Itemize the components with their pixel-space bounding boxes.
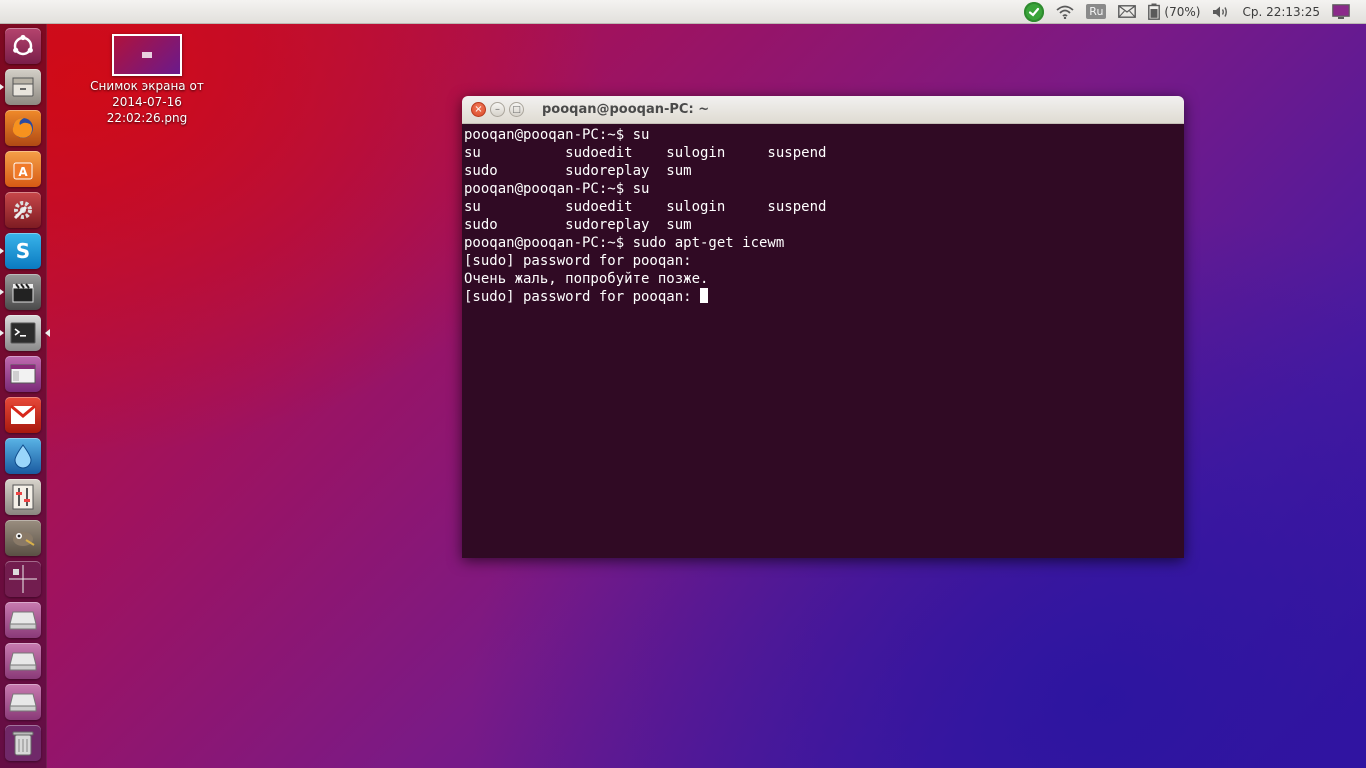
session-indicator[interactable] — [1326, 0, 1356, 24]
ubuntu-logo-icon — [13, 34, 33, 56]
terminal-line: pooqan@pooqan-PC:~$ su — [464, 181, 650, 197]
language-badge: Ru — [1086, 4, 1107, 19]
clock: Ср. 22:13:25 — [1242, 4, 1320, 19]
battery-percent: (70%) — [1164, 4, 1201, 19]
focused-indicator — [45, 329, 50, 337]
keyboard-layout-indicator[interactable]: Ru — [1080, 0, 1112, 24]
check-icon — [1024, 1, 1045, 22]
trash-icon — [12, 731, 34, 756]
svg-text:A: A — [18, 165, 28, 179]
running-indicator — [0, 330, 4, 336]
maximize-button[interactable]: □ — [509, 102, 524, 117]
drive-icon — [9, 693, 37, 712]
launcher-item-trash[interactable] — [5, 725, 41, 761]
launcher: A S — [0, 24, 50, 768]
skype-icon: S — [16, 239, 30, 263]
launcher-item-drive-1[interactable] — [5, 602, 41, 638]
image-thumbnail — [112, 34, 182, 76]
water-drop-icon — [14, 444, 32, 469]
window-icon — [10, 364, 36, 384]
terminal-line: sudo sudoreplay sum — [464, 163, 692, 179]
gmail-icon — [10, 405, 36, 424]
speaker-icon — [1213, 6, 1228, 17]
shopping-bag-icon: A — [13, 162, 33, 180]
terminal-line: Очень жаль, попробуйте позже. — [464, 271, 709, 287]
terminal-line: su sudoedit sulogin suspend — [464, 199, 827, 215]
launcher-item-video-editor[interactable] — [0, 274, 41, 310]
gimp-icon — [13, 532, 35, 546]
launcher-item-drop-app[interactable] — [5, 438, 41, 474]
terminal-line: [sudo] password for pooqan: — [464, 253, 692, 269]
launcher-item-software-center[interactable]: A — [5, 151, 41, 187]
mixer-icon — [12, 484, 34, 510]
launcher-item-system-settings[interactable] — [5, 192, 41, 228]
network-indicator[interactable] — [1050, 0, 1080, 24]
close-icon: × — [474, 103, 483, 115]
launcher-item-drive-3[interactable] — [5, 684, 41, 720]
window-titlebar[interactable]: × – □ pooqan@pooqan-PC: ~ — [462, 96, 1184, 124]
window-title: pooqan@pooqan-PC: ~ — [542, 102, 710, 117]
minimize-button[interactable]: – — [490, 102, 505, 117]
terminal-icon — [10, 322, 36, 344]
maximize-icon: □ — [512, 104, 521, 115]
wifi-icon — [1056, 5, 1074, 19]
drive-icon — [9, 652, 37, 671]
clapperboard-icon — [12, 283, 34, 303]
launcher-item-mixer[interactable] — [5, 479, 41, 515]
update-indicator[interactable] — [1018, 0, 1050, 24]
launcher-item-terminal[interactable] — [0, 315, 50, 351]
settings-wrench-icon — [13, 201, 32, 220]
desktop-file-screenshot[interactable]: Снимок экрана от 2014-07-16 22:02:26.png — [86, 34, 208, 126]
launcher-item-workspace-switcher[interactable] — [5, 561, 41, 597]
envelope-icon — [1118, 5, 1137, 18]
terminal-prompt-text: [sudo] password for pooqan: — [464, 289, 701, 305]
launcher-item-firefox[interactable] — [5, 110, 41, 146]
launcher-item-skype[interactable]: S — [0, 233, 41, 269]
launcher-item-files[interactable] — [0, 69, 41, 105]
terminal-prompt-line: [sudo] password for pooqan: — [464, 288, 1184, 306]
text-cursor — [700, 288, 709, 303]
launcher-item-gmail[interactable] — [5, 397, 41, 433]
svg-text:S: S — [16, 239, 30, 263]
terminal-line: pooqan@pooqan-PC:~$ su — [464, 127, 650, 143]
launcher-item-drive-2[interactable] — [5, 643, 41, 679]
terminal-window[interactable]: × – □ pooqan@pooqan-PC: ~ pooqan@pooqan-… — [462, 96, 1184, 558]
launcher-item-dash-home[interactable] — [5, 28, 41, 64]
firefox-icon — [12, 118, 33, 138]
sound-indicator[interactable] — [1206, 0, 1236, 24]
workspace-grid-icon — [9, 565, 37, 593]
launcher-item-gimp[interactable] — [5, 520, 41, 556]
close-button[interactable]: × — [471, 102, 486, 117]
battery-indicator[interactable]: (70%) — [1142, 0, 1206, 24]
terminal-line: su sudoedit sulogin suspend — [464, 145, 827, 161]
drive-icon — [9, 611, 37, 630]
thumbnail-logo-icon — [142, 52, 152, 58]
terminal-line: pooqan@pooqan-PC:~$ sudo apt-get icewm — [464, 235, 785, 251]
desktop-file-label: Снимок экрана от 2014-07-16 22:02:26.png — [90, 79, 204, 125]
clock-indicator[interactable]: Ср. 22:13:25 — [1236, 0, 1326, 24]
running-indicator — [0, 84, 4, 90]
launcher-item-window-app[interactable] — [5, 356, 41, 392]
terminal-line: sudo sudoreplay sum — [464, 217, 692, 233]
terminal-output[interactable]: pooqan@pooqan-PC:~$ su su sudoedit sulog… — [462, 124, 1184, 558]
running-indicator — [0, 289, 4, 295]
session-icon — [1332, 3, 1350, 19]
running-indicator — [0, 248, 4, 254]
top-panel: Ru (70%) Ср. 22:13:25 — [0, 0, 1366, 24]
file-cabinet-icon — [12, 77, 34, 97]
battery-icon — [1148, 3, 1161, 20]
messaging-indicator[interactable] — [1112, 0, 1142, 24]
minimize-icon: – — [495, 103, 500, 115]
